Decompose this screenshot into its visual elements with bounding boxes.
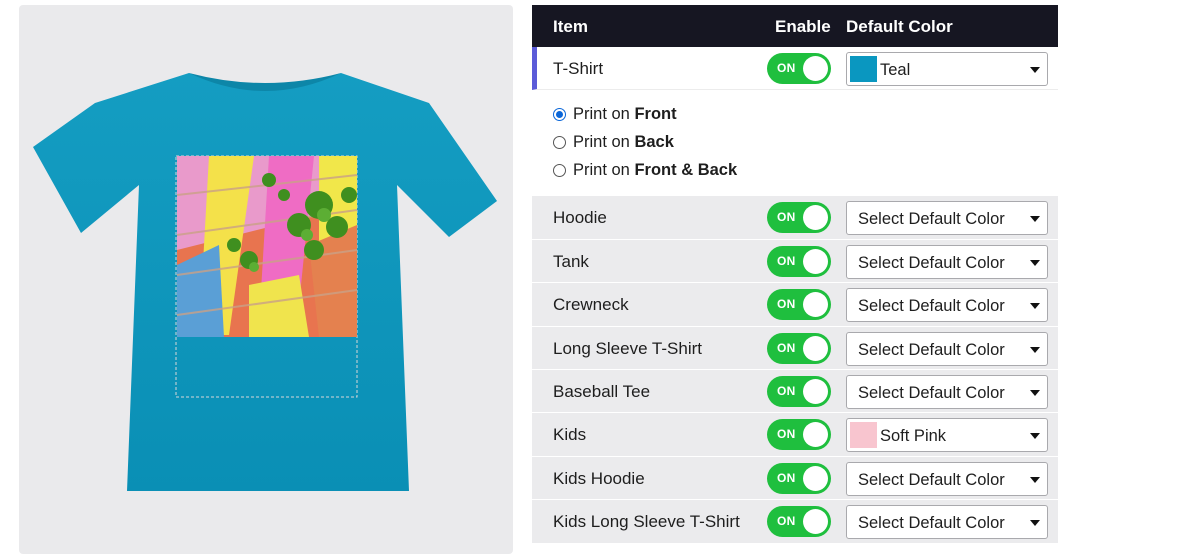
product-row-crewneck[interactable]: Crewneck ON Select Default Color xyxy=(532,283,1058,327)
caret-down-icon xyxy=(1030,520,1040,527)
enable-toggle[interactable]: ON xyxy=(767,245,831,277)
caret-down-icon xyxy=(1030,433,1040,440)
enable-toggle[interactable]: ON xyxy=(767,332,831,364)
caret-down-icon xyxy=(1030,476,1040,483)
toggle-state: ON xyxy=(777,427,796,442)
caret-down-icon xyxy=(1030,346,1040,353)
toggle-knob xyxy=(803,335,828,361)
selected-color: Select Default Color xyxy=(858,383,1005,402)
toggle-state: ON xyxy=(777,253,796,268)
selected-color: Select Default Color xyxy=(858,253,1005,272)
color-swatch xyxy=(850,422,877,449)
toggle-knob xyxy=(803,205,828,231)
toggle-knob xyxy=(803,378,828,404)
radio-button[interactable] xyxy=(553,164,566,178)
product-row-hoodie[interactable]: Hoodie ON Select Default Color xyxy=(532,196,1058,240)
default-color-select[interactable]: Select Default Color xyxy=(846,461,1048,496)
column-header-enable: Enable xyxy=(775,17,831,36)
selected-color: Soft Pink xyxy=(880,427,947,446)
toggle-knob xyxy=(803,465,828,491)
selected-color: Select Default Color xyxy=(858,297,1005,316)
caret-down-icon xyxy=(1030,389,1040,396)
default-color-select[interactable]: Select Default Color xyxy=(846,505,1048,540)
toggle-knob xyxy=(803,422,828,448)
color-swatch xyxy=(850,56,877,82)
enable-toggle[interactable]: ON xyxy=(767,375,831,407)
selected-color: Select Default Color xyxy=(858,470,1005,489)
product-row-tshirt[interactable]: T-Shirt ON Teal xyxy=(532,47,1058,91)
caret-down-icon xyxy=(1030,67,1040,73)
toggle-state: ON xyxy=(777,514,796,529)
toggle-knob xyxy=(803,292,828,318)
product-label: Baseball Tee xyxy=(553,381,651,401)
product-row-tank[interactable]: Tank ON Select Default Color xyxy=(532,239,1058,284)
selected-color: Select Default Color xyxy=(858,340,1005,359)
enable-toggle[interactable]: ON xyxy=(767,462,831,494)
caret-down-icon xyxy=(1030,216,1040,223)
product-row-baseball-tee[interactable]: Baseball Tee ON Select Default Color xyxy=(532,369,1058,414)
toggle-knob xyxy=(803,56,828,81)
selected-color: Teal xyxy=(880,61,911,79)
radio-button[interactable] xyxy=(553,136,566,150)
enable-toggle[interactable]: ON xyxy=(767,53,831,84)
default-color-select[interactable]: Select Default Color xyxy=(846,201,1048,236)
table-header: Item Enable Default Color xyxy=(532,5,1058,47)
product-label: Kids Hoodie xyxy=(553,468,645,488)
caret-down-icon xyxy=(1030,303,1040,310)
product-row-kids[interactable]: Kids ON Soft Pink xyxy=(532,413,1058,457)
toggle-state: ON xyxy=(777,470,796,485)
toggle-knob xyxy=(803,248,828,274)
toggle-state: ON xyxy=(777,210,796,225)
enable-toggle[interactable]: ON xyxy=(767,419,831,451)
caret-down-icon xyxy=(1030,259,1040,266)
radio-button[interactable] xyxy=(553,108,566,122)
product-row-kids-long-sleeve-tshirt[interactable]: Kids Long Sleeve T-Shirt ON Select Defau… xyxy=(532,500,1058,544)
default-color-select[interactable]: Select Default Color xyxy=(846,374,1048,409)
toggle-state: ON xyxy=(777,297,796,312)
product-row-long-sleeve-tshirt[interactable]: Long Sleeve T-Shirt ON Select Default Co… xyxy=(532,326,1058,370)
product-label: Tank xyxy=(553,251,589,271)
column-header-default-color: Default Color xyxy=(846,17,953,36)
default-color-select[interactable]: Soft Pink xyxy=(846,418,1048,453)
toggle-state: ON xyxy=(777,340,796,355)
default-color-select[interactable]: Select Default Color xyxy=(846,244,1048,279)
product-label: Crewneck xyxy=(553,295,629,315)
enable-toggle[interactable]: ON xyxy=(767,506,831,538)
default-color-select[interactable]: Teal xyxy=(846,52,1048,86)
product-label: Hoodie xyxy=(553,208,607,228)
default-color-select[interactable]: Select Default Color xyxy=(846,331,1048,366)
product-label: Kids Long Sleeve T-Shirt xyxy=(553,512,740,532)
product-row-kids-hoodie[interactable]: Kids Hoodie ON Select Default Color xyxy=(532,456,1058,501)
tshirt-mockup xyxy=(33,73,497,491)
product-label: T-Shirt xyxy=(553,59,604,78)
product-label: Long Sleeve T-Shirt xyxy=(553,338,702,358)
default-color-select[interactable]: Select Default Color xyxy=(846,288,1048,323)
product-settings-table: Item Enable Default Color T-Shirt ON Tea… xyxy=(532,5,1058,544)
column-header-item: Item xyxy=(553,17,588,36)
enable-toggle[interactable]: ON xyxy=(767,289,831,321)
enable-toggle[interactable]: ON xyxy=(767,202,831,234)
product-label: Kids xyxy=(553,425,587,445)
toggle-state: ON xyxy=(777,61,796,75)
selected-color: Select Default Color xyxy=(858,210,1005,229)
selected-color: Select Default Color xyxy=(858,514,1005,533)
toggle-knob xyxy=(803,509,828,535)
product-preview xyxy=(19,5,513,554)
print-location-options: Print on Front Print on Back Print on Fr… xyxy=(532,90,1058,197)
toggle-state: ON xyxy=(777,383,796,398)
print-artwork xyxy=(176,156,358,337)
